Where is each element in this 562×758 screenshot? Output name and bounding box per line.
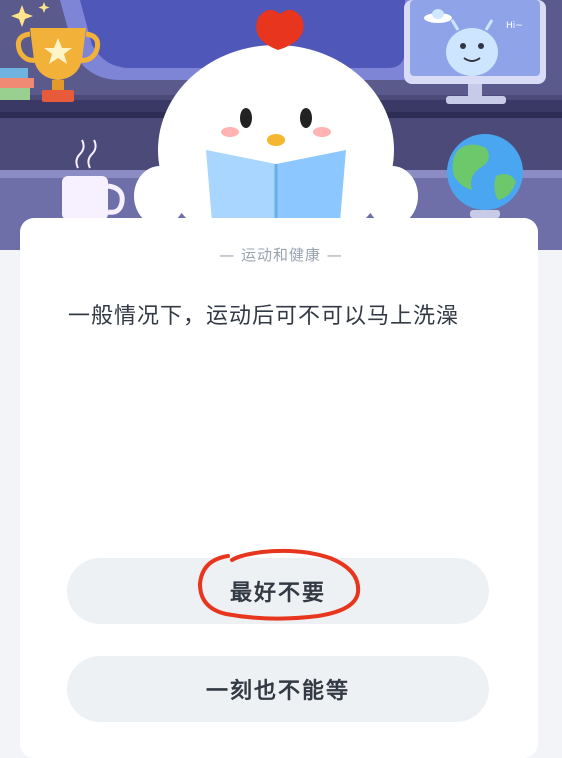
category-label: — 运动和健康 — — [0, 244, 562, 265]
category-text: 运动和健康 — [240, 246, 321, 264]
category-dash-right: — — [321, 246, 343, 264]
question-text: 一般情况下，运动后可不可以马上洗澡 — [68, 304, 460, 329]
answer-option-1-label: 最好不要 — [229, 581, 326, 606]
category-dash-left: — — [219, 246, 241, 264]
answer-option-1[interactable]: 最好不要 — [67, 558, 489, 624]
header-illustration: Hi~ — [0, 0, 562, 250]
answer-option-2-label: 一刻也不能等 — [205, 679, 350, 704]
answer-option-2[interactable]: 一刻也不能等 — [67, 656, 489, 722]
sticker-text: Hi~ — [506, 21, 523, 31]
